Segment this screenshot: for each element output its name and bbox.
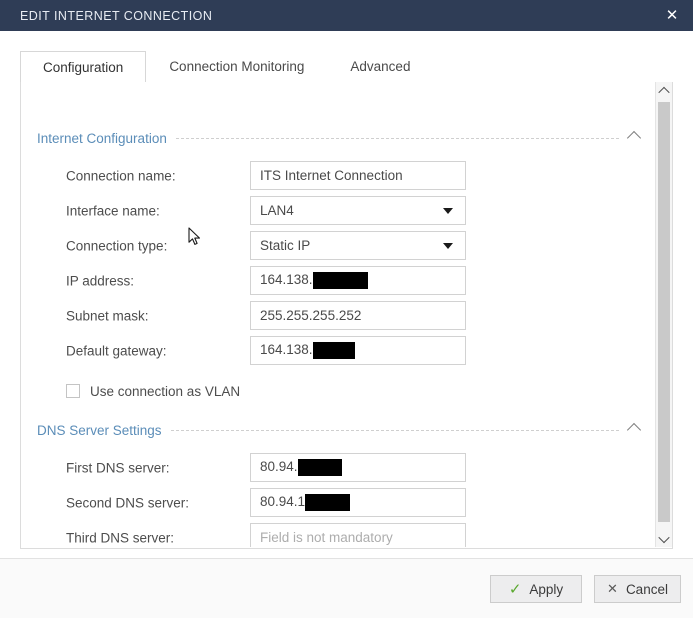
label-default-gateway: Default gateway: (66, 343, 167, 358)
label-first-dns-server: First DNS server: (66, 460, 170, 475)
connection-type-select[interactable]: Static IP (250, 231, 466, 260)
settings-content: Internet Configuration Connection name: … (21, 82, 655, 547)
field-row-interface-name: Interface name: LAN4 (21, 196, 655, 225)
vertical-scrollbar[interactable] (655, 82, 672, 547)
field-row-subnet-mask: Subnet mask: 255.255.255.252 (21, 301, 655, 330)
use-connection-as-vlan-checkbox[interactable]: Use connection as VLAN (66, 380, 366, 402)
field-row-default-gateway: Default gateway: 164.138. (21, 336, 655, 365)
checkbox-label: Use connection as VLAN (90, 384, 240, 399)
ip-address-input[interactable]: 164.138. (250, 266, 466, 295)
redaction-block (298, 459, 342, 476)
checkbox-box (66, 384, 80, 398)
label-third-dns-server: Third DNS server: (66, 530, 174, 545)
connection-name-input[interactable]: ITS Internet Connection (250, 161, 466, 190)
section-title-internet-configuration: Internet Configuration (37, 131, 176, 146)
chevron-down-icon (443, 243, 453, 249)
label-connection-type: Connection type: (66, 238, 167, 253)
tab-advanced[interactable]: Advanced (327, 50, 433, 82)
label-subnet-mask: Subnet mask: (66, 308, 149, 323)
ip-address-value: 164.138. (260, 272, 368, 289)
section-divider (176, 138, 619, 139)
field-row-connection-name: Connection name: ITS Internet Connection (21, 161, 655, 190)
label-connection-name: Connection name: (66, 168, 176, 183)
field-row-first-dns-server: First DNS server: 80.94. (21, 453, 655, 482)
third-dns-server-input[interactable]: Field is not mandatory (250, 523, 466, 547)
interface-name-select[interactable]: LAN4 (250, 196, 466, 225)
redaction-block (313, 342, 355, 359)
tab-connection-monitoring[interactable]: Connection Monitoring (146, 50, 327, 82)
check-icon: ✓ (509, 582, 522, 597)
field-row-third-dns-server: Third DNS server: Field is not mandatory (21, 523, 655, 547)
redaction-block (305, 494, 350, 511)
chevron-up-icon (658, 86, 669, 97)
label-second-dns-server: Second DNS server: (66, 495, 189, 510)
scroll-down-button[interactable] (656, 530, 672, 547)
label-interface-name: Interface name: (66, 203, 160, 218)
first-dns-server-input[interactable]: 80.94. (250, 453, 466, 482)
chevron-down-icon (658, 531, 669, 542)
label-ip-address: IP address: (66, 273, 134, 288)
subnet-mask-value: 255.255.255.252 (260, 308, 361, 323)
interface-name-value: LAN4 (260, 203, 294, 218)
section-divider (171, 430, 619, 431)
section-header-dns-server-settings: DNS Server Settings (37, 420, 639, 440)
third-dns-server-placeholder: Field is not mandatory (260, 530, 393, 545)
close-icon[interactable]: ✕ (661, 5, 683, 27)
section-title-dns-server-settings: DNS Server Settings (37, 423, 171, 438)
connection-name-value: ITS Internet Connection (260, 168, 403, 183)
scrollbar-thumb[interactable] (658, 102, 670, 522)
apply-button-label: Apply (529, 582, 563, 597)
settings-scrollpane: Internet Configuration Connection name: … (20, 82, 673, 549)
chevron-down-icon (443, 208, 453, 214)
chevron-up-icon[interactable] (627, 131, 641, 145)
cancel-button[interactable]: ✕ Cancel (594, 575, 681, 603)
subnet-mask-input[interactable]: 255.255.255.252 (250, 301, 466, 330)
tab-connection-monitoring-label: Connection Monitoring (169, 59, 304, 74)
field-row-ip-address: IP address: 164.138. (21, 266, 655, 295)
tabstrip: Configuration Connection Monitoring Adva… (20, 50, 673, 83)
dialog-titlebar: EDIT INTERNET CONNECTION ✕ (0, 0, 693, 31)
dialog-body: Configuration Connection Monitoring Adva… (0, 31, 693, 558)
first-dns-server-value: 80.94. (260, 459, 342, 476)
tab-configuration-label: Configuration (43, 60, 123, 75)
connection-type-value: Static IP (260, 238, 310, 253)
dialog-footer: ✓ Apply ✕ Cancel (0, 558, 693, 618)
tab-configuration[interactable]: Configuration (20, 51, 146, 83)
section-header-internet-configuration: Internet Configuration (37, 128, 639, 148)
default-gateway-input[interactable]: 164.138. (250, 336, 466, 365)
field-row-second-dns-server: Second DNS server: 80.94.1 (21, 488, 655, 517)
tab-advanced-label: Advanced (350, 59, 410, 74)
scroll-up-button[interactable] (656, 82, 672, 99)
second-dns-server-value: 80.94.1 (260, 494, 350, 511)
dialog-title: EDIT INTERNET CONNECTION (20, 9, 212, 23)
x-icon: ✕ (607, 583, 618, 596)
default-gateway-value: 164.138. (260, 342, 355, 359)
field-row-connection-type: Connection type: Static IP (21, 231, 655, 260)
chevron-up-icon[interactable] (627, 423, 641, 437)
second-dns-server-input[interactable]: 80.94.1 (250, 488, 466, 517)
redaction-block (313, 272, 368, 289)
cancel-button-label: Cancel (626, 582, 668, 597)
apply-button[interactable]: ✓ Apply (490, 575, 582, 603)
